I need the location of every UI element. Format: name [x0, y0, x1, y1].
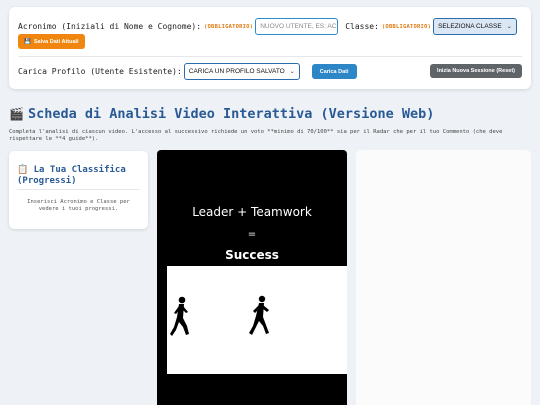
acronym-label: Acronimo (Iniziali di Nome e Cognome):: [18, 22, 202, 31]
video-caption-line3: Success: [225, 248, 279, 262]
clapper-icon: 🎬: [9, 107, 24, 121]
save-data-label: Salva Dati Attuali: [33, 38, 79, 45]
video-player[interactable]: Leader + Teamwork = Success: [157, 150, 347, 405]
chevron-down-icon: ⌄: [506, 24, 512, 30]
class-select[interactable]: SELEZIONA CLASSE ⌄: [433, 18, 517, 35]
load-profile-row: Carica Profilo (Utente Esistente): CARIC…: [18, 63, 357, 80]
acronym-required-badge: (OBBLIGATORIO): [204, 23, 254, 30]
analysis-panel: [356, 150, 531, 405]
progress-hint: Inserisci Acronimo e Classe per vedere i…: [27, 199, 130, 212]
floppy-icon: 💾: [24, 38, 31, 45]
video-caption-line1: Leader + Teamwork: [192, 205, 312, 219]
page-description: Completa l'analisi di ciascun video. L'a…: [9, 129, 503, 142]
session-form-card: Acronimo (Iniziali di Nome e Cognome): (…: [9, 7, 531, 89]
profile-select[interactable]: CARICA UN PROFILO SALVATO ⌄: [183, 63, 300, 80]
acronym-input[interactable]: NUOVO UTENTE, ES: AC: [255, 18, 339, 35]
running-figures-illustration: [170, 295, 269, 336]
video-scene: [167, 266, 347, 374]
runner-left: [170, 296, 189, 336]
page-title: 🎬 Scheda di Analisi Video Interattiva (Ve…: [9, 106, 434, 122]
clipboard-icon: 📋: [17, 165, 29, 175]
divider: [17, 189, 140, 190]
progress-card: 📋 La Tua Classifica (Progressi) Inserisc…: [9, 151, 148, 229]
save-data-button[interactable]: 💾 Salva Dati Attuali: [18, 34, 85, 49]
reset-session-button[interactable]: Inizia Nuova Sessione (Reset): [430, 64, 522, 78]
chevron-down-icon: ⌄: [289, 69, 295, 75]
progress-title-text: La Tua Classifica (Progressi): [17, 165, 126, 186]
page-title-text: Scheda di Analisi Video Interattiva (Ver…: [27, 106, 435, 122]
profile-select-value: CARICA UN PROFILO SALVATO: [188, 68, 285, 75]
identity-row: Acronimo (Iniziali di Nome e Cognome): (…: [18, 18, 517, 35]
class-label: Classe:: [345, 22, 379, 31]
class-required-badge: (OBBLIGATORIO): [381, 23, 432, 30]
divider: [18, 56, 522, 57]
class-select-value: SELEZIONA CLASSE: [438, 23, 502, 30]
runner-right: [249, 295, 269, 335]
video-caption-line2: =: [247, 229, 257, 240]
progress-title: 📋 La Tua Classifica (Progressi): [17, 165, 139, 187]
load-data-button[interactable]: Carica Dati: [311, 64, 357, 79]
load-profile-label: Carica Profilo (Utente Esistente):: [18, 67, 182, 76]
